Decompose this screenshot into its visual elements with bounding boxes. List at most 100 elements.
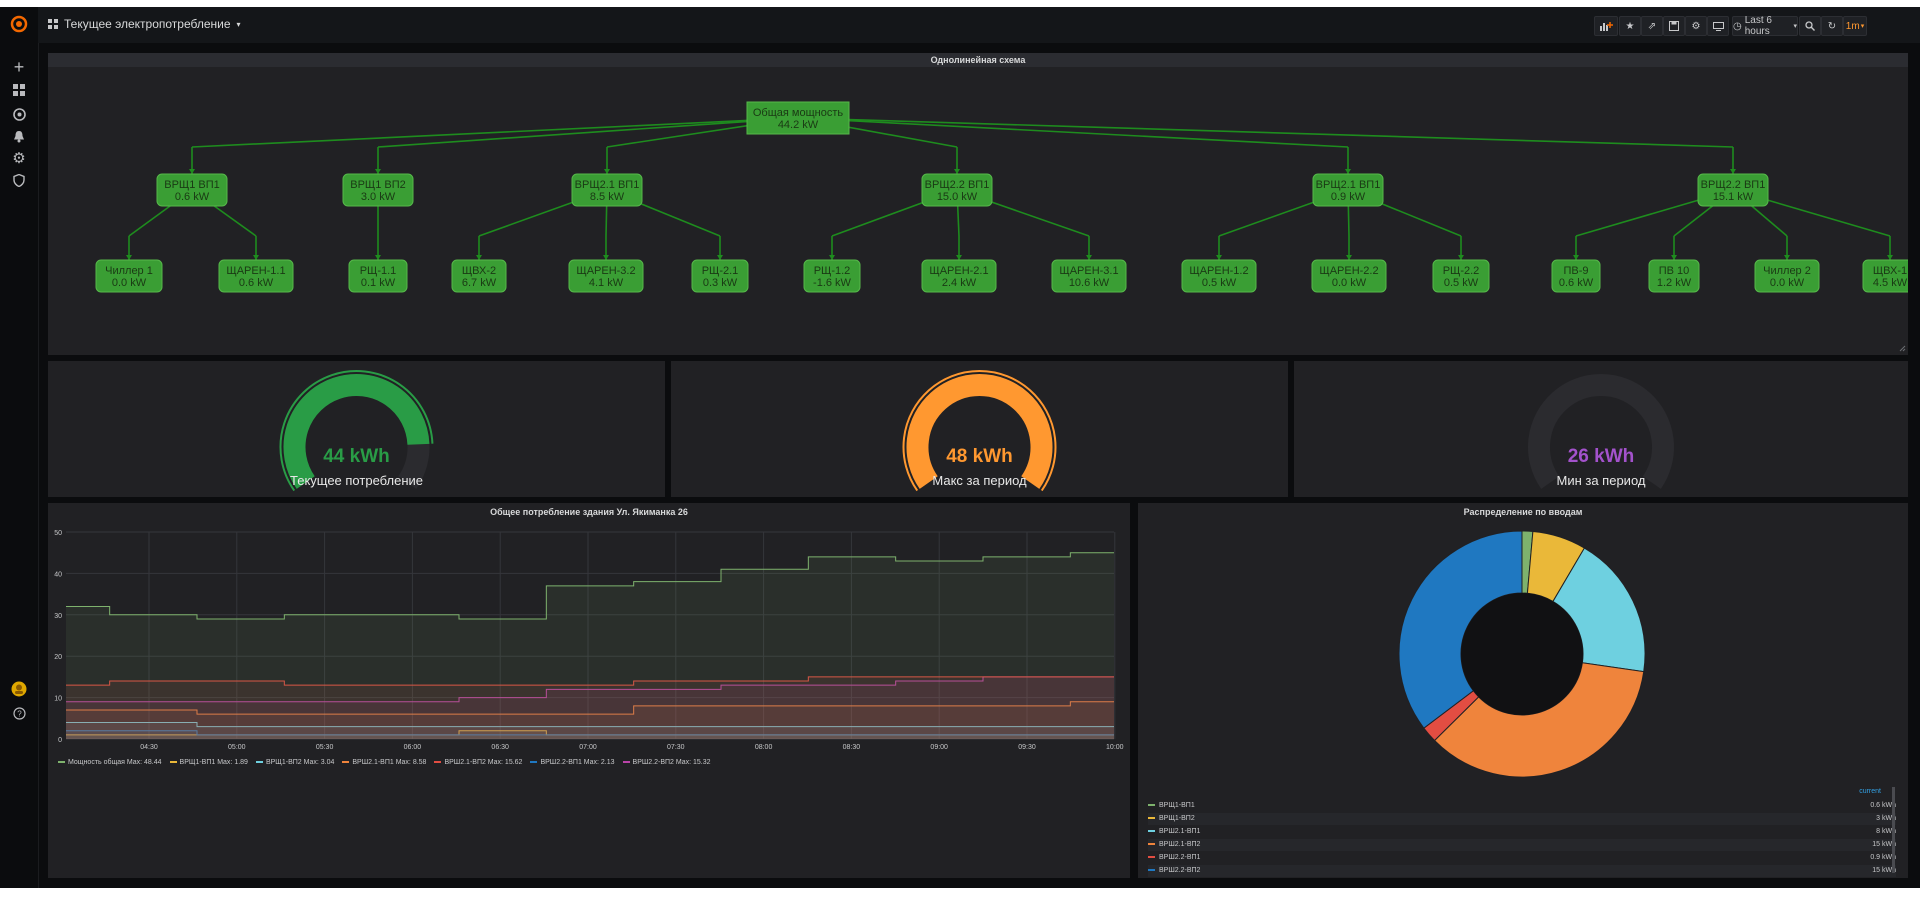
- time-range-picker[interactable]: ◷ Last 6 hours ▾: [1732, 15, 1798, 37]
- legend-label: ВРЩ1-ВП2: [1159, 815, 1195, 822]
- refresh-button[interactable]: ↻: [1821, 16, 1843, 36]
- dashboard-picker[interactable]: Текущее электропотребление ▾: [48, 17, 241, 31]
- top-navbar: Текущее электропотребление ▾ ★ ⇗ ⚙ ◷ Las…: [38, 7, 1920, 43]
- resize-handle-icon: [1899, 345, 1906, 352]
- legend-item[interactable]: ВРШ2.2-ВП2 Max: 15.32: [622, 759, 711, 766]
- pie-chart: [1398, 530, 1646, 778]
- legend-item[interactable]: ВРШ2.1-ВП1 Max: 8.58: [342, 759, 426, 766]
- star-button[interactable]: ★: [1619, 16, 1641, 36]
- clock-icon: ◷: [1733, 20, 1742, 32]
- series-area: [66, 552, 1114, 739]
- node-switchboard-value: 3.0 kW: [361, 191, 396, 203]
- x-tick-label: 08:30: [843, 744, 861, 751]
- save-button[interactable]: [1663, 16, 1685, 36]
- gear-icon[interactable]: ⚙: [9, 148, 29, 168]
- explore-icon[interactable]: [9, 104, 29, 124]
- gauge-label-min: Мин за период: [1556, 473, 1646, 488]
- node-feeder-label: РЩ-1.2: [814, 265, 851, 277]
- x-tick-label: 10:00: [1106, 744, 1124, 751]
- arrow-head: [476, 255, 482, 260]
- node-feeder: РЩ-1.10.1 kW: [348, 259, 408, 293]
- legend-swatch: [1148, 869, 1155, 872]
- refresh-interval-picker[interactable]: 1m ▾: [1843, 16, 1867, 36]
- node-feeder: ПВ 101.2 kW: [1648, 259, 1700, 293]
- node-feeder-value: 2.4 kW: [942, 277, 977, 289]
- legend-item[interactable]: Мощность общая Max: 48.44: [58, 759, 162, 766]
- gauge-fill: [283, 374, 430, 489]
- node-switchboard-value: 0.6 kW: [175, 191, 210, 203]
- arrow-head: [717, 255, 723, 260]
- gauge-value: 48 kWh: [946, 446, 1013, 467]
- arrow-head: [956, 255, 962, 260]
- node-feeder-value: 4.1 kW: [589, 277, 624, 289]
- plus-icon[interactable]: +: [9, 57, 29, 77]
- node-feeder-value: 10.6 kW: [1069, 277, 1110, 289]
- node-feeder-value: 0.6 kW: [239, 277, 274, 289]
- bell-icon[interactable]: [9, 126, 29, 146]
- legend-swatch: [434, 761, 442, 764]
- legend-label: ВРШ2.1-ВП2: [1159, 841, 1201, 848]
- legend-item[interactable]: ВРШ2.1-ВП2 Max: 15.62: [434, 759, 522, 766]
- legend-swatch: [1148, 843, 1155, 846]
- legend-item[interactable]: ВРЩ1-ВП1 0.6 kWh: [1148, 800, 1896, 812]
- arrow-head: [954, 169, 960, 174]
- line-legend: Мощность общая Max: 48.44 ВРЩ1-ВП1 Max: 1…: [58, 759, 1118, 766]
- share-button[interactable]: ⇗: [1641, 16, 1663, 36]
- svg-text:?: ?: [17, 709, 22, 718]
- add-panel-button[interactable]: [1594, 16, 1618, 36]
- node-feeder-value: 1.2 kW: [1657, 277, 1692, 289]
- legend-label: ВРЩ1-ВП1: [1159, 802, 1195, 809]
- settings-button[interactable]: ⚙: [1685, 16, 1707, 36]
- gauge-value: 44 kWh: [323, 446, 390, 467]
- node-total-power: Общая мощность44.2 kW: [746, 101, 850, 135]
- chevron-down-icon: ▾: [236, 19, 241, 29]
- legend-item[interactable]: ВРШ2.2-ВП1 Max: 2.13: [530, 759, 615, 766]
- x-tick-label: 09:30: [1018, 744, 1036, 751]
- legend-swatch: [58, 761, 65, 764]
- x-tick-label: 05:30: [316, 744, 334, 751]
- legend-header-current[interactable]: current: [1859, 788, 1881, 795]
- arrow-head: [375, 255, 381, 260]
- tv-mode-button[interactable]: [1707, 16, 1729, 36]
- avatar[interactable]: [9, 679, 29, 699]
- dashboard-title: Текущее электропотребление: [64, 17, 231, 31]
- legend-swatch: [1148, 804, 1155, 807]
- x-tick-label: 07:30: [667, 744, 685, 751]
- arrow-head: [1216, 255, 1222, 260]
- node-switchboard: ВРЩ2.1 ВП18.5 kW: [571, 173, 643, 207]
- grafana-logo-icon[interactable]: [9, 14, 29, 34]
- legend-label: ВРШ2.2-ВП2: [1159, 867, 1201, 874]
- gauge-label-max: Макс за период: [932, 473, 1027, 488]
- arrow-head: [1458, 255, 1464, 260]
- legend-scrollbar[interactable]: [1892, 787, 1895, 873]
- pie-chart-panel: Распределение по вводам current ВРЩ1-ВП1…: [1138, 503, 1908, 878]
- node-feeder: ЩАРЕН-2.20.0 kW: [1311, 259, 1387, 293]
- legend-label: ВРШ2.2-ВП1: [1159, 854, 1201, 861]
- legend-item[interactable]: ВРШ2.2-ВП1 0.9 kWh: [1148, 852, 1896, 864]
- legend-item[interactable]: ВРЩ1-ВП2 Max: 3.04: [255, 759, 334, 766]
- node-switchboard-value: 15.1 kW: [1713, 191, 1754, 203]
- node-switchboard-value: 0.9 kW: [1331, 191, 1366, 203]
- legend-item[interactable]: ВРЩ1-ВП1 Max: 1.89: [169, 759, 248, 766]
- node-feeder-value: 0.5 kW: [1444, 277, 1479, 289]
- node-switchboard-label: ВРЩ2.2 ВП1: [925, 179, 990, 191]
- screen-bottom-edge: [0, 888, 1920, 897]
- legend-item[interactable]: ВРШ2.1-ВП1 8 kWh: [1148, 826, 1896, 838]
- legend-item[interactable]: ВРШ2.1-ВП2 15 kWh: [1148, 839, 1896, 851]
- gauge-panel-max: 48 kWh Макс за период: [671, 361, 1288, 497]
- legend-item[interactable]: ВРШ2.2-ВП2 15 kWh: [1148, 865, 1896, 877]
- help-icon[interactable]: ?: [9, 703, 29, 723]
- dashboards-icon[interactable]: [9, 80, 29, 100]
- y-tick-label: 30: [54, 613, 62, 620]
- node-switchboard: ВРЩ1 ВП10.6 kW: [156, 173, 228, 207]
- zoom-out-button[interactable]: [1799, 16, 1821, 36]
- legend-item[interactable]: ВРЩ1-ВП2 3 kWh: [1148, 813, 1896, 825]
- node-feeder: ПВ-90.6 kW: [1551, 259, 1601, 293]
- legend-label: Мощность общая Max: 48.44: [68, 759, 162, 766]
- shield-icon[interactable]: [9, 170, 29, 190]
- node-total-power-label: Общая мощность: [753, 107, 843, 119]
- node-feeder-value: 0.0 kW: [1332, 277, 1367, 289]
- gear-icon: ⚙: [1691, 20, 1701, 32]
- gauge-label-current: Текущее потребление: [290, 473, 423, 488]
- node-feeder-label: ЩАРЕН-3.1: [1059, 265, 1118, 277]
